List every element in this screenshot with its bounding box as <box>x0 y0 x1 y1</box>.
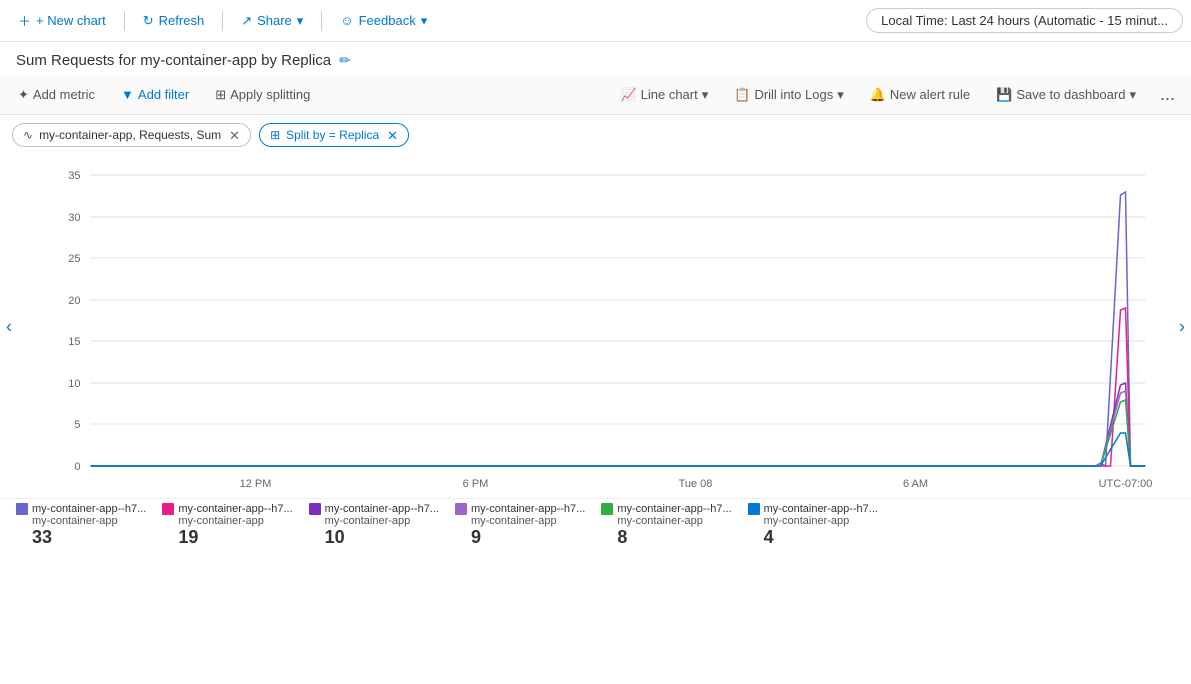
time-range-button[interactable]: Local Time: Last 24 hours (Automatic - 1… <box>866 8 1183 33</box>
legend-item: my-container-app--h7... my-container-app… <box>16 503 146 548</box>
legend-swatch <box>16 503 28 515</box>
chevron-down-icon: ▾ <box>702 87 709 103</box>
chart-area: ‹ › 35 30 25 20 15 10 5 0 12 PM 6 PM Tue… <box>30 155 1161 498</box>
sparkle-icon: ✦ <box>18 87 29 103</box>
svg-text:UTC-07:00: UTC-07:00 <box>1099 478 1153 490</box>
legend-value: 19 <box>178 527 292 548</box>
legend-sub: my-container-app <box>471 515 585 527</box>
legend-name: my-container-app--h7... <box>764 503 878 515</box>
legend-swatch <box>748 503 760 515</box>
chevron-down-icon: ▾ <box>421 13 428 29</box>
legend-swatch <box>162 503 174 515</box>
bell-icon: 🔔 <box>870 87 886 103</box>
legend-sub: my-container-app <box>764 515 878 527</box>
svg-text:35: 35 <box>68 170 80 182</box>
legend-value: 10 <box>325 527 439 548</box>
split-filter-pill[interactable]: ⊞ Split by = Replica ✕ <box>259 123 409 147</box>
legend-name: my-container-app--h7... <box>325 503 439 515</box>
share-icon: ↗ <box>241 13 252 29</box>
add-filter-button[interactable]: ▼ Add filter <box>111 83 199 106</box>
refresh-icon: ↻ <box>143 13 154 29</box>
legend-swatch <box>455 503 467 515</box>
legend-name: my-container-app--h7... <box>471 503 585 515</box>
svg-text:5: 5 <box>74 419 80 431</box>
line-chart-icon: 📈 <box>620 87 636 103</box>
legend-area: my-container-app--h7... my-container-app… <box>0 498 1191 552</box>
legend-item: my-container-app--h7... my-container-app… <box>309 503 439 548</box>
legend-value: 33 <box>32 527 146 548</box>
feedback-icon: ☺ <box>340 13 353 28</box>
edit-icon[interactable]: ✏ <box>339 52 351 69</box>
plus-icon: ＋ <box>18 11 31 30</box>
legend-swatch <box>309 503 321 515</box>
svg-text:12 PM: 12 PM <box>240 478 272 490</box>
line-chart-button[interactable]: 📈 Line chart ▾ <box>610 83 718 107</box>
svg-text:Tue 08: Tue 08 <box>679 478 713 490</box>
metric-bar: ✦ Add metric ▼ Add filter ⊞ Apply splitt… <box>0 75 1191 115</box>
save-icon: 💾 <box>996 87 1012 103</box>
add-metric-button[interactable]: ✦ Add metric <box>8 83 105 107</box>
legend-item: my-container-app--h7... my-container-app… <box>162 503 292 548</box>
save-to-dashboard-button[interactable]: 💾 Save to dashboard ▾ <box>986 83 1146 107</box>
split-icon: ⊞ <box>215 87 226 103</box>
line-chart-svg: 35 30 25 20 15 10 5 0 12 PM 6 PM Tue 08 … <box>30 155 1161 495</box>
divider <box>124 11 125 31</box>
share-button[interactable]: ↗ Share ▾ <box>231 9 313 33</box>
chevron-down-icon: ▾ <box>297 13 304 29</box>
chart-nav-left[interactable]: ‹ <box>6 316 12 337</box>
filter-row: ∿ my-container-app, Requests, Sum ✕ ⊞ Sp… <box>0 115 1191 155</box>
svg-text:6 AM: 6 AM <box>903 478 928 490</box>
more-options-button[interactable]: ... <box>1152 82 1183 107</box>
remove-split-filter[interactable]: ✕ <box>387 129 398 142</box>
legend-value: 9 <box>471 527 585 548</box>
top-bar: ＋ + New chart ↻ Refresh ↗ Share ▾ ☺ Feed… <box>0 0 1191 42</box>
divider <box>321 11 322 31</box>
legend-swatch <box>601 503 613 515</box>
refresh-button[interactable]: ↻ Refresh <box>133 9 214 33</box>
new-chart-button[interactable]: ＋ + New chart <box>8 7 116 34</box>
legend-item: my-container-app--h7... my-container-app… <box>601 503 731 548</box>
svg-text:10: 10 <box>68 378 80 390</box>
apply-splitting-button[interactable]: ⊞ Apply splitting <box>205 83 320 107</box>
svg-text:30: 30 <box>68 212 80 224</box>
chevron-down-icon: ▾ <box>837 87 844 103</box>
legend-name: my-container-app--h7... <box>617 503 731 515</box>
legend-value: 8 <box>617 527 731 548</box>
logs-icon: 📋 <box>734 87 750 103</box>
legend-name: my-container-app--h7... <box>32 503 146 515</box>
svg-text:15: 15 <box>68 336 80 348</box>
svg-text:20: 20 <box>68 295 80 307</box>
legend-name: my-container-app--h7... <box>178 503 292 515</box>
legend-sub: my-container-app <box>325 515 439 527</box>
legend-value: 4 <box>764 527 878 548</box>
remove-metric-filter[interactable]: ✕ <box>229 129 240 142</box>
chevron-down-icon: ▾ <box>1129 87 1136 103</box>
new-alert-rule-button[interactable]: 🔔 New alert rule <box>860 83 980 107</box>
legend-sub: my-container-app <box>32 515 146 527</box>
svg-text:25: 25 <box>68 253 80 265</box>
chart-title: Sum Requests for my-container-app by Rep… <box>16 52 331 69</box>
split-icon: ⊞ <box>270 128 280 142</box>
feedback-button[interactable]: ☺ Feedback ▾ <box>330 9 437 33</box>
chart-title-row: Sum Requests for my-container-app by Rep… <box>0 42 1191 75</box>
svg-text:6 PM: 6 PM <box>463 478 489 490</box>
legend-item: my-container-app--h7... my-container-app… <box>455 503 585 548</box>
legend-sub: my-container-app <box>178 515 292 527</box>
filter-icon: ▼ <box>121 87 134 102</box>
svg-text:0: 0 <box>74 461 80 473</box>
chart-nav-right[interactable]: › <box>1179 316 1185 337</box>
legend-item: my-container-app--h7... my-container-app… <box>748 503 878 548</box>
drill-into-logs-button[interactable]: 📋 Drill into Logs ▾ <box>724 83 853 107</box>
metric-filter-pill[interactable]: ∿ my-container-app, Requests, Sum ✕ <box>12 123 251 147</box>
metric-icon: ∿ <box>23 128 33 142</box>
legend-sub: my-container-app <box>617 515 731 527</box>
divider <box>222 11 223 31</box>
